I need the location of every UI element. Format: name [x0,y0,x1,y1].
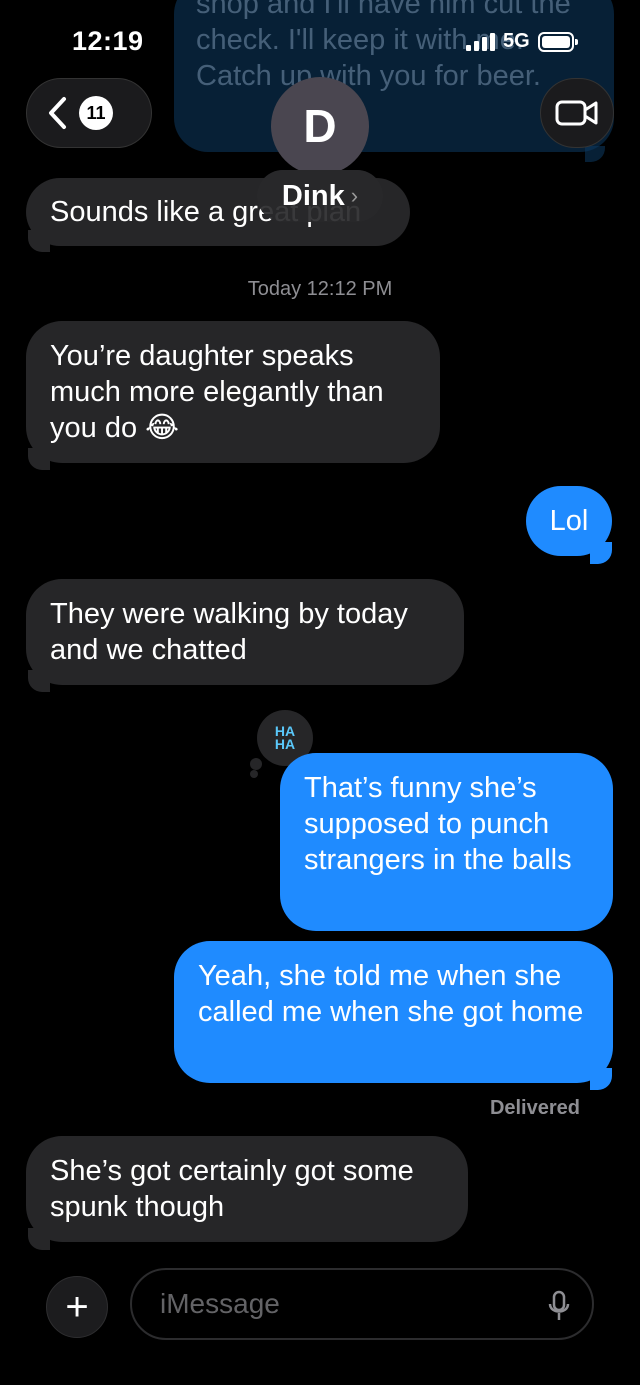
message-bubble-incoming[interactable]: You’re daughter speaks much more elegant… [26,321,440,463]
reaction-tail [250,770,258,778]
contact-avatar[interactable]: D [271,77,369,175]
message-text: They were walking by today and we chatte… [50,598,408,666]
previous-message-tail [585,146,605,162]
facetime-video-button[interactable] [540,78,614,148]
contact-name-overlay: Dink › [257,170,383,222]
bubble-tail [28,230,50,252]
message-bubble-outgoing[interactable]: Yeah, she told me when she called me whe… [174,941,613,1083]
unread-count-badge: 11 [79,96,113,130]
battery-icon [537,31,578,52]
message-text: She’s got certainly got some spunk thoug… [50,1155,414,1223]
message-bubble-incoming[interactable]: She’s got certainly got some spunk thoug… [26,1136,468,1242]
status-time: 12:19 [72,26,144,56]
message-text: Lol [549,505,589,537]
message-bubble-outgoing[interactable]: That’s funny she’s supposed to punch str… [280,753,613,931]
message-bubble-incoming[interactable]: They were walking by today and we chatte… [26,579,464,685]
bubble-tail [590,1068,612,1090]
microphone-icon[interactable] [548,1290,570,1322]
message-input[interactable] [160,1288,520,1320]
network-label: 5G [503,30,530,52]
message-timestamp: Today 12:12 PM [247,278,393,300]
contact-name: Dink [281,179,345,212]
reaction-tail [250,758,262,770]
bubble-tail [590,542,612,564]
signal-icon [466,32,495,51]
message-text: That’s funny she’s supposed to punch str… [304,772,572,876]
reaction-text: HA [274,736,296,752]
delivery-status: Delivered [489,1097,580,1119]
bubble-tail [28,1228,50,1250]
status-indicators: 5G [466,30,578,53]
chevron-right-icon: › [350,183,359,208]
back-button[interactable]: 11 [26,78,152,148]
chevron-left-icon [49,97,66,129]
bubble-tail [28,448,50,470]
message-text: You’re daughter speaks much more elegant… [50,340,384,444]
bubble-tail [28,670,50,692]
add-attachment-button[interactable]: + [46,1276,108,1338]
message-text: Yeah, she told me when she called me whe… [198,960,584,1028]
imessage-input-field[interactable] [130,1268,594,1340]
video-camera-icon [555,100,598,126]
plus-icon: + [65,1285,89,1329]
